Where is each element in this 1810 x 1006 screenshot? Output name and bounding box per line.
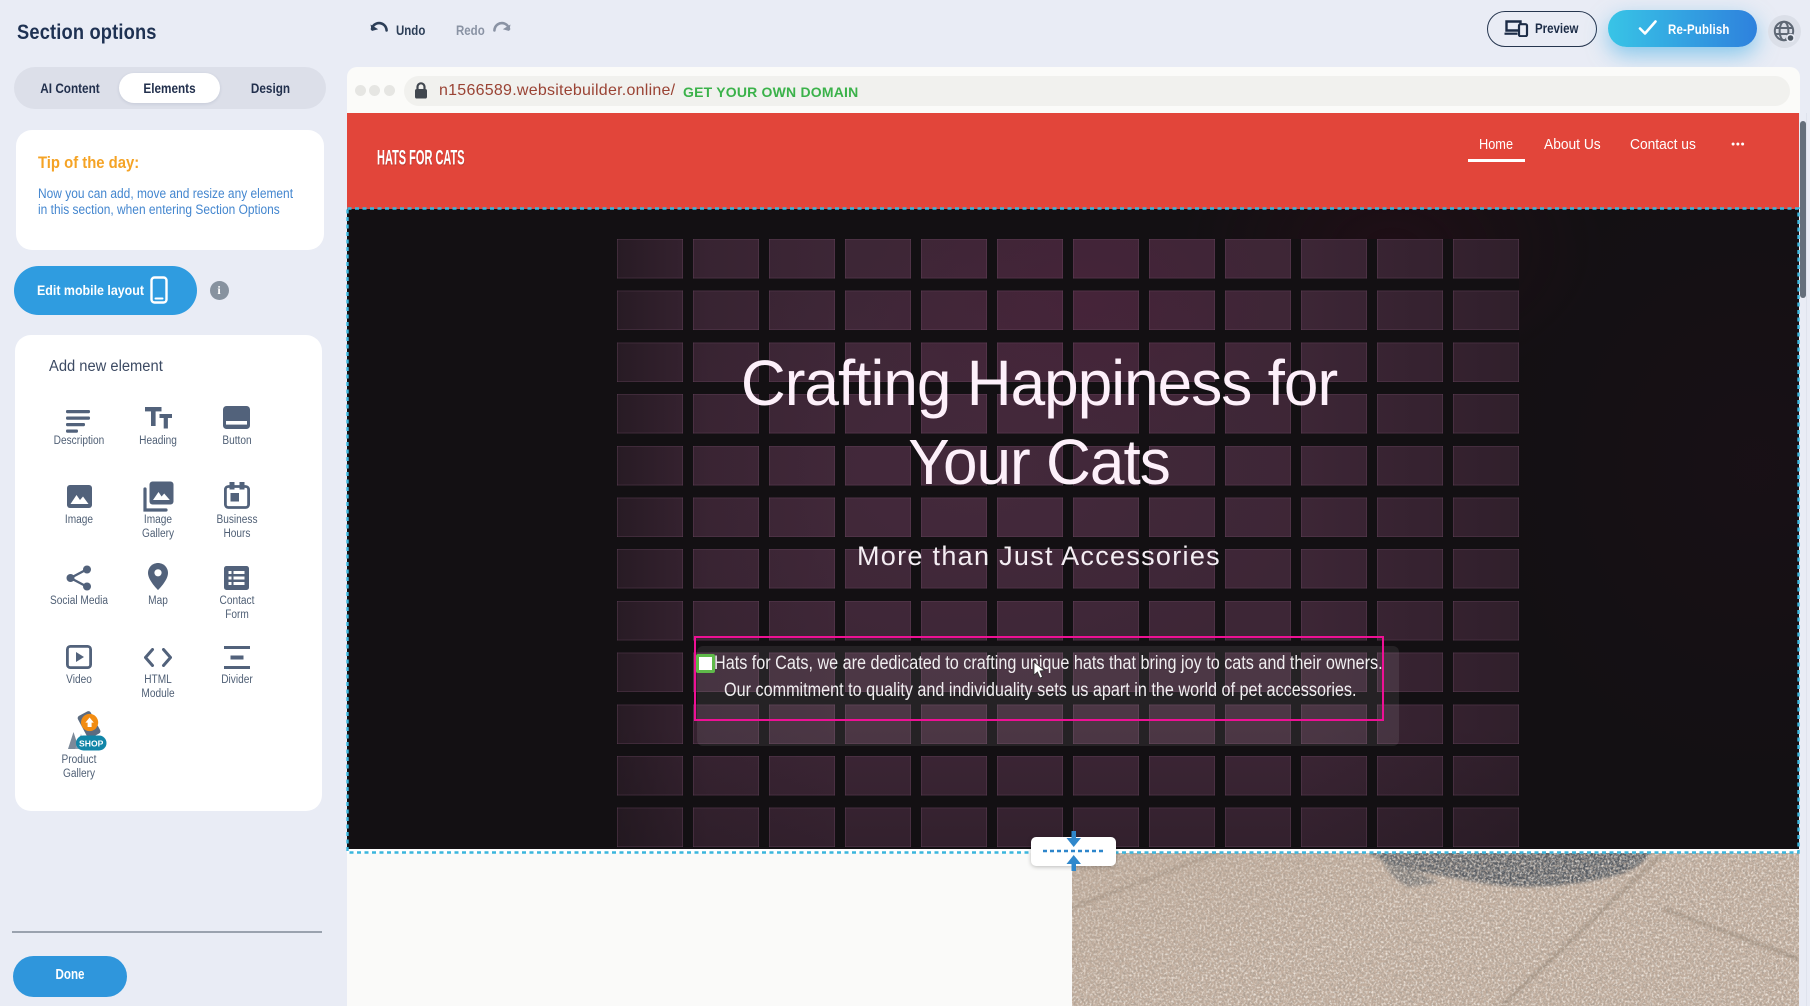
svg-text:SHOP: SHOP bbox=[79, 738, 104, 748]
